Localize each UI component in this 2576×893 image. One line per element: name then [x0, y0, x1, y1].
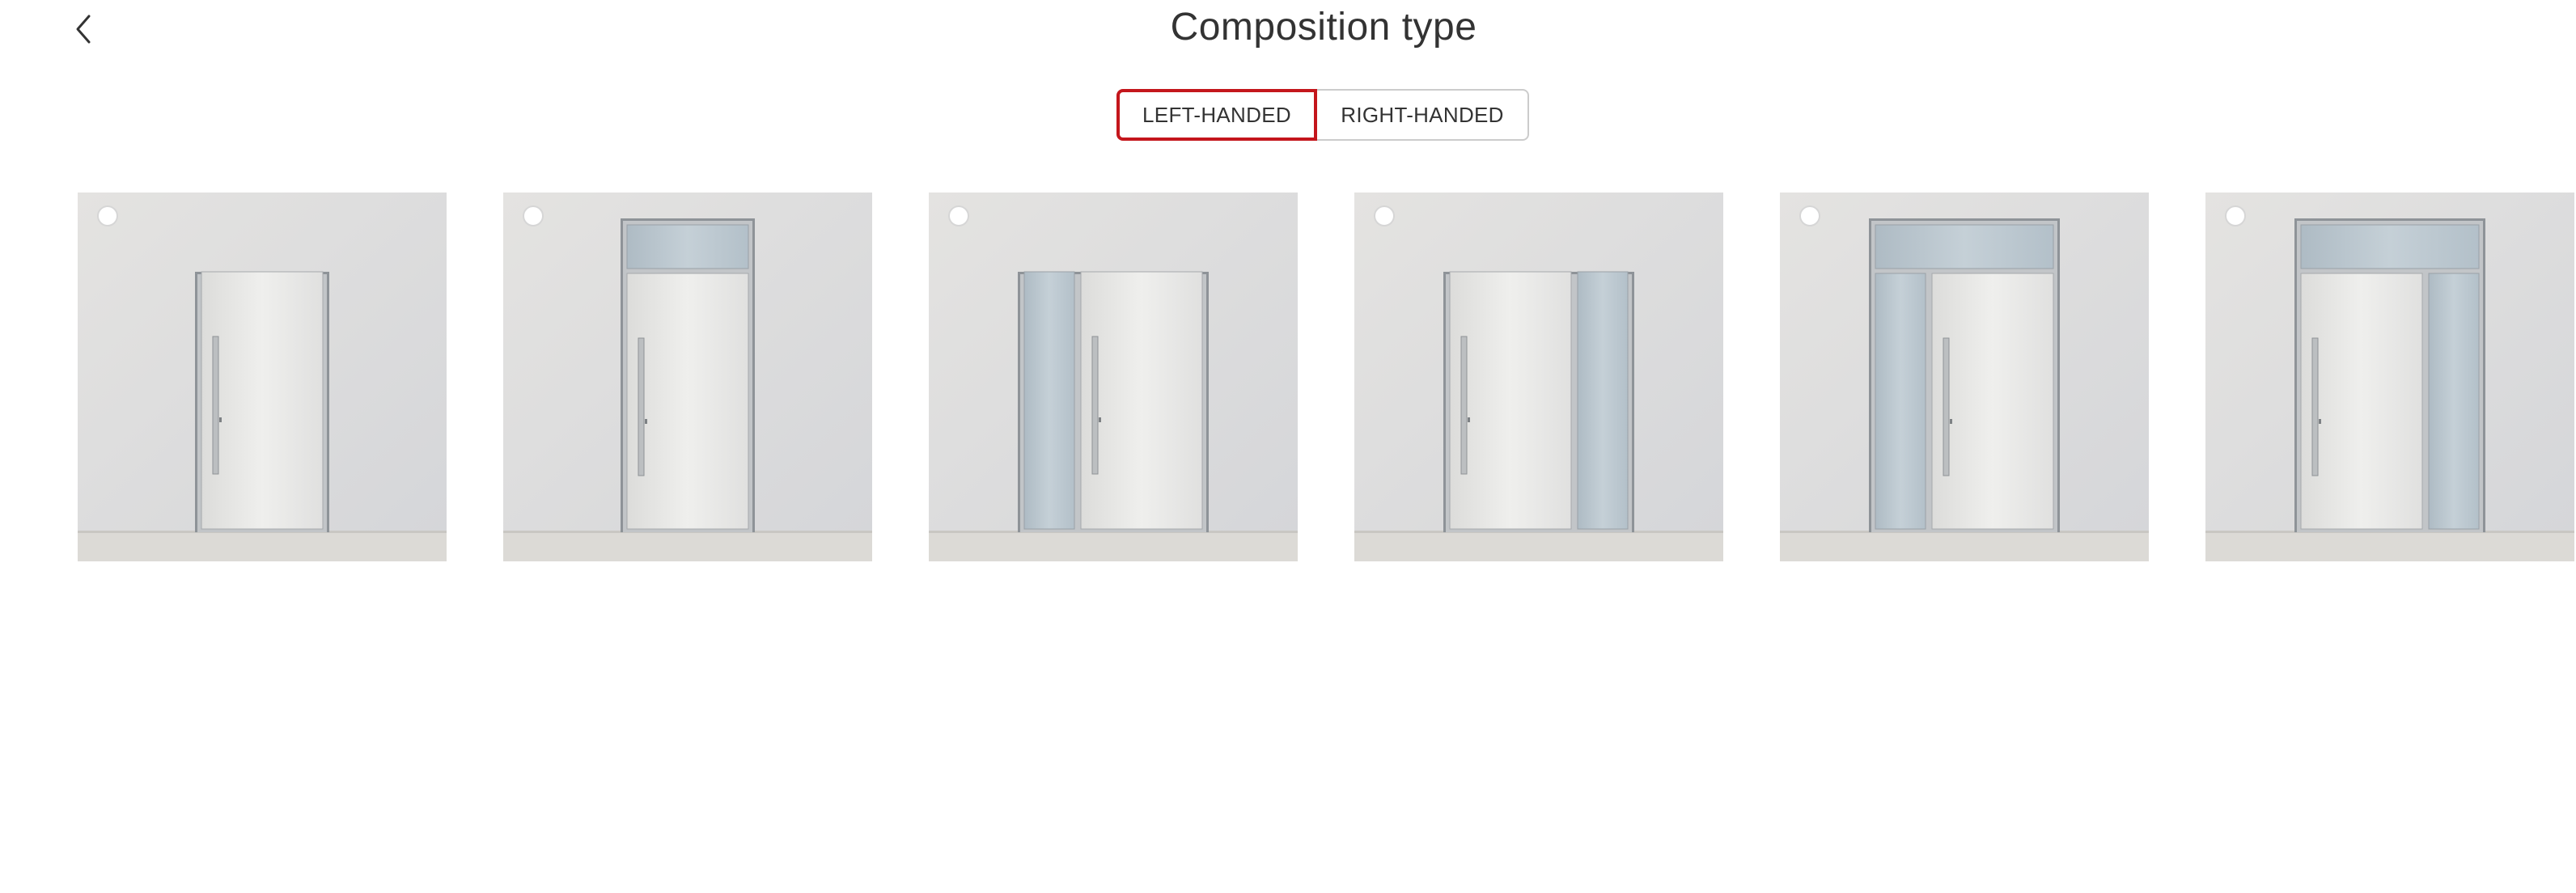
door-lock — [1468, 417, 1470, 422]
transom-glass — [2300, 224, 2480, 269]
door-lock — [1099, 417, 1101, 422]
composition-radio[interactable] — [1374, 205, 1395, 226]
left-handed-button[interactable]: LEFT-HANDED — [1116, 89, 1317, 141]
right-handed-button[interactable]: RIGHT-HANDED — [1317, 89, 1529, 141]
door-lock — [219, 417, 222, 422]
composition-radio[interactable] — [97, 205, 118, 226]
composition-option-door-only[interactable] — [78, 193, 447, 561]
door-leaf — [1080, 271, 1203, 530]
door-handle — [1091, 336, 1099, 475]
floor — [1780, 532, 2149, 561]
floor — [929, 532, 1298, 561]
door-handle — [1460, 336, 1468, 475]
door-composition-illustration — [78, 193, 447, 561]
door-handle — [2311, 337, 2319, 476]
door-composition-illustration — [929, 193, 1298, 561]
floor — [78, 532, 447, 561]
door-handle — [638, 337, 645, 476]
transom-glass — [1875, 224, 2054, 269]
door-lock — [645, 419, 647, 424]
floor — [2205, 532, 2574, 561]
door-leaf — [2300, 273, 2423, 530]
door-leaf — [1931, 273, 2054, 530]
door-composition-illustration — [1780, 193, 2149, 561]
door-lock — [2319, 419, 2321, 424]
composition-option-door-sidelight-right[interactable] — [1354, 193, 1723, 561]
composition-radio[interactable] — [1799, 205, 1820, 226]
page-title: Composition type — [1170, 6, 1477, 49]
sidelight-right-glass — [1577, 271, 1629, 530]
door-leaf — [626, 273, 749, 530]
composition-option-door-transom-sidelight-left[interactable] — [1780, 193, 2149, 561]
composition-option-door-transom-sidelight-right[interactable] — [2205, 193, 2574, 561]
door-handle — [212, 336, 219, 475]
composition-grid — [78, 193, 2576, 561]
composition-radio[interactable] — [523, 205, 544, 226]
door-composition-illustration — [2205, 193, 2574, 561]
floor — [1354, 532, 1723, 561]
composition-radio[interactable] — [948, 205, 969, 226]
door-leaf — [201, 271, 324, 530]
composition-option-door-sidelight-left[interactable] — [929, 193, 1298, 561]
door-leaf — [1449, 271, 1572, 530]
sidelight-left-glass — [1023, 271, 1075, 530]
sidelight-right-glass — [2428, 273, 2480, 530]
composition-radio[interactable] — [2225, 205, 2246, 226]
transom-glass — [626, 224, 749, 269]
door-lock — [1950, 419, 1952, 424]
composition-type-page: Composition type LEFT-HANDED RIGHT-HANDE… — [0, 0, 2576, 893]
sidelight-left-glass — [1875, 273, 1926, 530]
composition-option-door-transom[interactable] — [503, 193, 872, 561]
door-composition-illustration — [503, 193, 872, 561]
door-composition-illustration — [1354, 193, 1723, 561]
back-button[interactable] — [68, 13, 100, 45]
handedness-toggle: LEFT-HANDED RIGHT-HANDED — [1116, 89, 1529, 141]
door-handle — [1943, 337, 1950, 476]
chevron-left-icon — [76, 15, 91, 44]
floor — [503, 532, 872, 561]
